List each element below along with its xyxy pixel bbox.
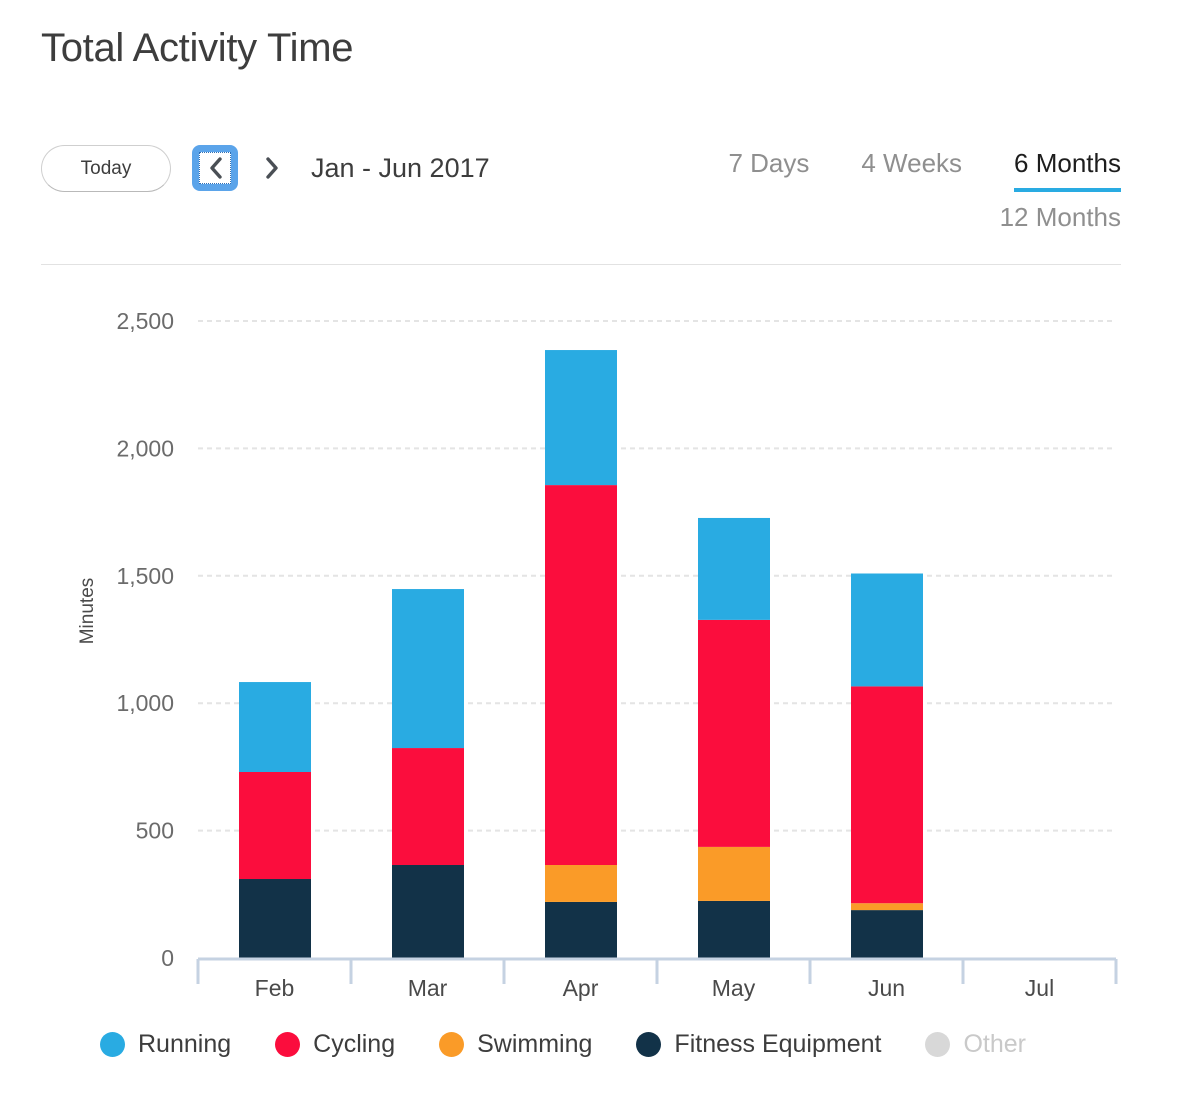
x-axis-tick-label: Jul <box>1025 975 1054 1001</box>
x-axis-tick-label: Apr <box>563 975 599 1001</box>
legend-item-swimming[interactable]: Swimming <box>439 1030 592 1059</box>
bar-segment-swimming[interactable] <box>851 903 923 911</box>
legend-item-running[interactable]: Running <box>100 1030 231 1059</box>
legend-swatch-icon <box>275 1032 301 1057</box>
next-period-button[interactable] <box>252 145 290 191</box>
bar-segment-running[interactable] <box>239 682 311 772</box>
tab-7-days[interactable]: 7 Days <box>728 140 809 192</box>
bar-group-mar <box>392 589 464 958</box>
legend-item-label: Cycling <box>313 1030 396 1058</box>
bar-segment-fitness-equipment[interactable] <box>851 910 923 958</box>
bar-segment-swimming[interactable] <box>698 846 770 901</box>
legend-swatch-icon <box>925 1032 951 1057</box>
legend-swatch-icon <box>100 1032 125 1057</box>
tab-12-months[interactable]: 12 Months <box>636 192 1121 246</box>
legend-item-label: Other <box>963 1030 1026 1058</box>
bar-segment-fitness-equipment[interactable] <box>698 900 770 958</box>
legend-item-label: Running <box>138 1030 232 1058</box>
header-divider <box>41 264 1121 265</box>
legend-item-label: Swimming <box>477 1030 593 1058</box>
chart-legend: Running Cycling Swimming Fitness Equipment O… <box>100 1030 1070 1059</box>
bar-segment-fitness-equipment[interactable] <box>392 864 464 958</box>
legend-item-label: Fitness Equipment <box>674 1030 882 1058</box>
chevron-right-icon <box>265 157 278 179</box>
bar-segment-running[interactable] <box>392 589 464 749</box>
today-button[interactable]: Today <box>41 145 171 192</box>
bar-segment-running[interactable] <box>851 573 923 687</box>
bar-segment-fitness-equipment[interactable] <box>545 901 617 958</box>
tab-4-weeks[interactable]: 4 Weeks <box>861 140 962 192</box>
bar-segment-cycling[interactable] <box>851 686 923 904</box>
chart-toolbar: Today Jan - Jun 2017 7 Days 4 Weeks 6 Mo… <box>41 140 1121 248</box>
legend-item-cycling[interactable]: Cycling <box>275 1030 395 1059</box>
y-axis-tick-label: 2,500 <box>116 308 174 334</box>
bar-segment-cycling[interactable] <box>545 485 617 865</box>
y-axis-tick-label: 1,000 <box>116 690 174 716</box>
bar-group-jun <box>851 573 923 958</box>
x-axis-tick-label: Mar <box>408 975 448 1001</box>
bar-group-may <box>698 517 770 958</box>
bar-segment-cycling[interactable] <box>392 748 464 865</box>
bar-segment-cycling[interactable] <box>239 771 311 880</box>
range-tab-list: 7 Days 4 Weeks 6 Months 12 Months <box>636 140 1121 246</box>
bar-group-feb <box>239 682 311 958</box>
legend-swatch-icon <box>636 1032 662 1057</box>
tab-6-months[interactable]: 6 Months <box>1014 140 1121 192</box>
bar-segment-running[interactable] <box>545 350 617 486</box>
previous-period-focus-ring <box>199 152 231 184</box>
x-axis-tick-label: May <box>712 975 756 1001</box>
tab-4-weeks-label: 4 Weeks <box>861 148 963 178</box>
tab-12-months-label: 12 Months <box>999 202 1121 232</box>
tab-7-days-label: 7 Days <box>728 148 810 178</box>
y-axis-tick-label: 500 <box>136 818 174 844</box>
legend-swatch-icon <box>439 1032 465 1057</box>
bar-segment-running[interactable] <box>698 517 770 620</box>
date-range-label: Jan - Jun 2017 <box>311 153 490 183</box>
x-axis-tick-label: Feb <box>255 975 295 1001</box>
y-axis-tick-label: 0 <box>161 945 174 971</box>
y-axis-title: Minutes <box>77 577 98 645</box>
page-title: Total Activity Time <box>41 26 354 70</box>
bar-group-apr <box>545 350 617 958</box>
x-axis-tick-label: Jun <box>868 975 905 1001</box>
legend-item-other[interactable]: Other <box>925 1030 1026 1059</box>
bar-segment-fitness-equipment[interactable] <box>239 879 311 958</box>
bar-segment-swimming[interactable] <box>545 864 617 902</box>
tab-6-months-label: 6 Months <box>1014 148 1121 178</box>
chevron-left-icon <box>209 157 222 179</box>
bar-segment-cycling[interactable] <box>698 619 770 847</box>
y-axis-tick-label: 1,500 <box>116 563 174 589</box>
previous-period-button[interactable] <box>192 145 238 191</box>
legend-item-fitness-equipment[interactable]: Fitness Equipment <box>636 1030 881 1059</box>
y-axis-tick-label: 2,000 <box>116 435 174 461</box>
